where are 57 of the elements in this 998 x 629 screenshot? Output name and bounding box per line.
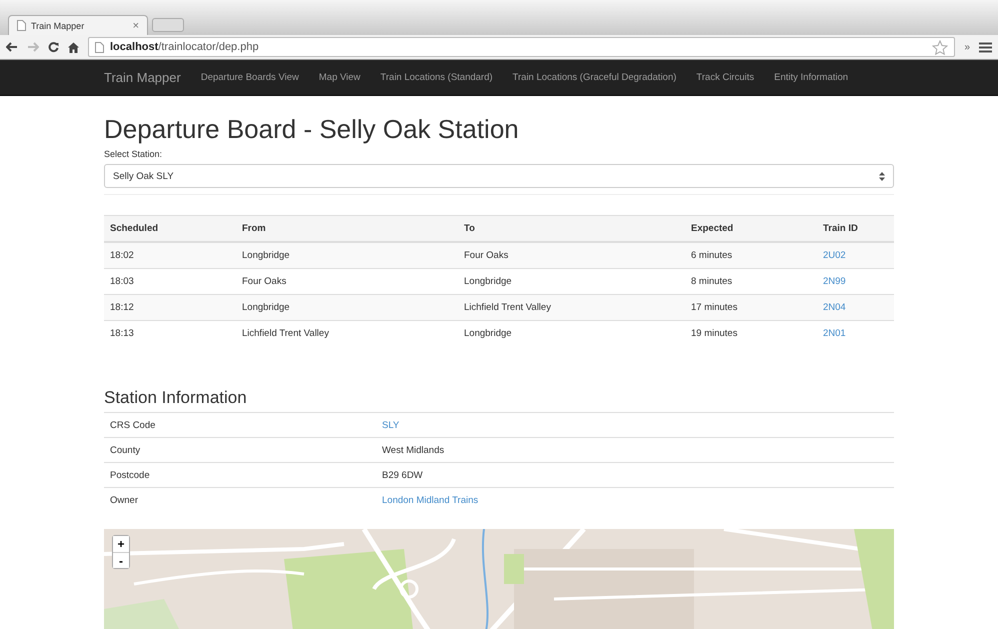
table-cell: Four Oaks: [242, 276, 286, 287]
section-heading: Station Information: [104, 388, 248, 408]
page-title: Departure Board - Selly Oak Station: [104, 114, 520, 145]
table-cell: Four Oaks: [464, 250, 508, 261]
info-label: County: [110, 444, 140, 456]
train-id-link[interactable]: 2N04: [823, 302, 846, 313]
home-icon[interactable]: [68, 42, 79, 52]
info-value: B29 6DW: [382, 470, 423, 480]
brand-link[interactable]: Train Mapper: [104, 70, 181, 85]
info-label: Owner: [110, 494, 138, 506]
table-cell: 18:03: [110, 276, 134, 287]
info-link[interactable]: SLY: [382, 420, 400, 430]
table-cell: Longbridge: [464, 276, 512, 287]
nav-link[interactable]: Train Locations (Graceful Degradation): [512, 72, 676, 83]
table-cell: Longbridge: [242, 302, 290, 313]
table-cell: 17 minutes: [691, 302, 738, 313]
column-header: Expected: [685, 216, 817, 242]
column-header: To: [458, 216, 685, 242]
column-header: Train ID: [817, 216, 894, 242]
table-cell: 19 minutes: [691, 328, 738, 339]
nav-link[interactable]: Map View: [318, 72, 360, 83]
zoom-out-button[interactable]: -: [113, 552, 129, 568]
train-id-link[interactable]: 2U02: [823, 250, 846, 261]
nav-link[interactable]: Departure Boards View: [200, 72, 299, 83]
extensions-button[interactable]: »: [964, 42, 970, 52]
page-icon: [95, 42, 104, 52]
station-select[interactable]: Selly Oak SLY: [104, 164, 894, 188]
table-cell: Lichfield Trent Valley: [242, 328, 329, 339]
star-icon[interactable]: [932, 40, 948, 54]
reload-icon[interactable]: [48, 42, 59, 52]
table-cell: 18:02: [110, 250, 134, 261]
column-header: From: [236, 216, 458, 242]
table-cell: Lichfield Trent Valley: [464, 302, 551, 313]
menu-icon[interactable]: [979, 42, 992, 52]
back-icon[interactable]: [6, 42, 18, 52]
page-icon: [17, 20, 26, 31]
close-icon[interactable]: ×: [132, 20, 139, 32]
nav-link[interactable]: Train Locations (Standard): [380, 72, 493, 83]
train-id-link[interactable]: 2N01: [823, 328, 846, 339]
info-value: West Midlands: [382, 444, 444, 456]
field-label: Select Station:: [104, 149, 164, 159]
table-cell: 18:13: [110, 328, 134, 339]
table-cell: Longbridge: [242, 250, 290, 261]
table-cell: 18:12: [110, 302, 134, 313]
nav-link[interactable]: Track Circuits: [696, 72, 754, 83]
table-cell: 6 minutes: [691, 250, 732, 261]
train-id-link[interactable]: 2N99: [823, 276, 846, 287]
browser-tab[interactable]: Train Mapper ×: [8, 15, 148, 35]
updown-icon: [879, 172, 885, 180]
info-label: CRS Code: [110, 420, 156, 430]
info-link[interactable]: London Midland Trains: [382, 494, 478, 506]
info-label: Postcode: [110, 470, 150, 480]
nav-link[interactable]: Entity Information: [774, 72, 848, 83]
table-cell: 8 minutes: [691, 276, 732, 287]
table-cell: Longbridge: [464, 328, 512, 339]
address-field[interactable]: localhost/trainlocator/dep.php: [88, 37, 956, 57]
column-header: Scheduled: [104, 216, 236, 242]
